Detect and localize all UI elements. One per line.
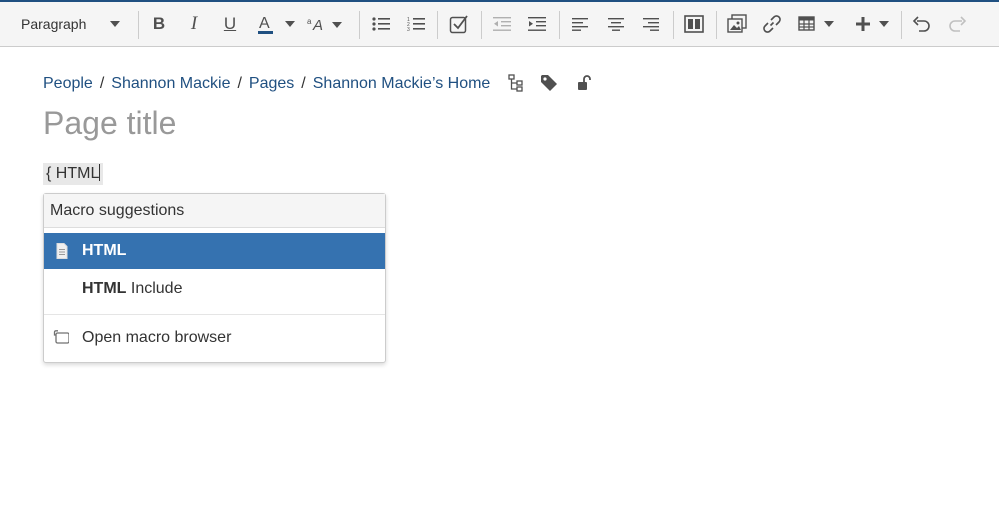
link-icon [763, 15, 781, 33]
bullet-list-button[interactable] [370, 2, 392, 46]
macro-suggestion-label: HTML [82, 242, 126, 260]
insert-image-button[interactable] [726, 2, 748, 46]
svg-text:a: a [307, 17, 312, 26]
text-styles-dropdown[interactable]: a A [306, 2, 344, 46]
page-layout-icon [684, 15, 704, 33]
checkbox-icon [449, 15, 468, 34]
image-icon [727, 14, 747, 33]
macro-input-text: { HTML [46, 165, 100, 182]
plus-icon [856, 17, 889, 31]
insert-table-dropdown[interactable] [798, 2, 838, 46]
tag-icon [541, 75, 557, 91]
breadcrumb-separator: / [99, 75, 105, 92]
numbered-list-icon: 1 2 3 [407, 17, 425, 32]
dropdown-divider [44, 314, 385, 315]
text-color-button[interactable]: A [254, 2, 278, 46]
indent-button[interactable] [526, 2, 548, 46]
open-macro-browser-item[interactable]: Open macro browser [44, 320, 385, 356]
numbered-list-button[interactable]: 1 2 3 [405, 2, 427, 46]
chevron-down-icon [110, 21, 120, 27]
text-styles-icon: a A [307, 17, 342, 34]
text-color-icon: A [258, 15, 273, 34]
chevron-down-icon [285, 21, 295, 27]
bold-icon: B [152, 14, 166, 33]
macro-suggestion-html[interactable]: HTML [44, 233, 385, 269]
restrictions-button[interactable] [575, 73, 593, 93]
indent-icon [528, 17, 546, 31]
unlock-icon [578, 75, 591, 90]
insert-link-button[interactable] [761, 2, 783, 46]
toolbar-separator [481, 11, 482, 39]
underline-icon: U [223, 14, 237, 33]
page-tree-icon [508, 74, 523, 92]
toolbar-separator [716, 11, 717, 39]
macro-suggestion-match: HTML [82, 242, 127, 259]
page-layout-button[interactable] [683, 2, 705, 46]
toolbar-separator [901, 11, 902, 39]
page-title-input[interactable]: Page title [43, 104, 176, 142]
breadcrumb-separator: / [237, 75, 242, 92]
insert-more-dropdown[interactable] [853, 2, 893, 46]
task-list-button[interactable] [447, 2, 471, 46]
svg-text:A: A [259, 15, 270, 32]
macro-browser-icon [53, 330, 69, 344]
text-caret [99, 164, 101, 181]
redo-icon [949, 16, 967, 32]
breadcrumb-separator: / [301, 75, 306, 92]
align-center-icon [608, 18, 624, 31]
table-icon [798, 16, 834, 31]
macro-suggestions-header: Macro suggestions [44, 194, 385, 228]
page-tree-button[interactable] [507, 73, 525, 93]
undo-button[interactable] [911, 2, 933, 46]
align-right-icon [643, 18, 659, 31]
breadcrumb-people[interactable]: People [43, 75, 93, 93]
underline-button[interactable]: U [219, 2, 241, 46]
breadcrumb-home[interactable]: Shannon Mackie’s Home [313, 75, 491, 93]
svg-text:A: A [312, 17, 323, 34]
text-color-dropdown[interactable] [284, 2, 296, 46]
editor-toolbar: Paragraph B I U A a A 1 2 3 [0, 2, 999, 47]
toolbar-separator [437, 11, 438, 39]
bold-button[interactable]: B [148, 2, 170, 46]
breadcrumb-pages[interactable]: Pages [249, 75, 294, 93]
align-center-button[interactable] [605, 2, 627, 46]
align-left-button[interactable] [569, 2, 591, 46]
macro-suggestion-label: HTML Include [82, 280, 182, 298]
breadcrumb-user[interactable]: Shannon Mackie [111, 75, 230, 93]
paragraph-format-dropdown[interactable]: Paragraph [12, 2, 128, 46]
undo-icon [912, 16, 930, 32]
outdent-button[interactable] [491, 2, 513, 46]
outdent-icon [493, 17, 511, 31]
italic-button[interactable]: I [183, 2, 205, 46]
macro-suggestion-match: HTML [82, 280, 127, 297]
align-right-button[interactable] [640, 2, 662, 46]
labels-button[interactable] [540, 73, 558, 93]
macro-suggestion-html-include[interactable]: HTML Include [44, 271, 385, 307]
toolbar-separator [673, 11, 674, 39]
breadcrumb: People / Shannon Mackie / Pages / Shanno… [43, 73, 490, 95]
align-left-icon [572, 18, 588, 31]
redo-button[interactable] [946, 2, 968, 46]
svg-text:3: 3 [407, 27, 410, 32]
macro-autocomplete-input[interactable]: { HTML [43, 163, 104, 185]
open-macro-browser-label: Open macro browser [82, 329, 232, 346]
macro-suggestions-dropdown: Macro suggestions HTML HTML Include Open… [43, 193, 386, 363]
toolbar-separator [138, 11, 139, 39]
macro-suggestion-rest: Include [126, 280, 183, 297]
html-file-icon [56, 243, 68, 259]
paragraph-format-label: Paragraph [21, 16, 87, 32]
italic-icon: I [190, 13, 198, 34]
bullet-list-icon [372, 17, 390, 31]
toolbar-separator [359, 11, 360, 39]
toolbar-separator [559, 11, 560, 39]
